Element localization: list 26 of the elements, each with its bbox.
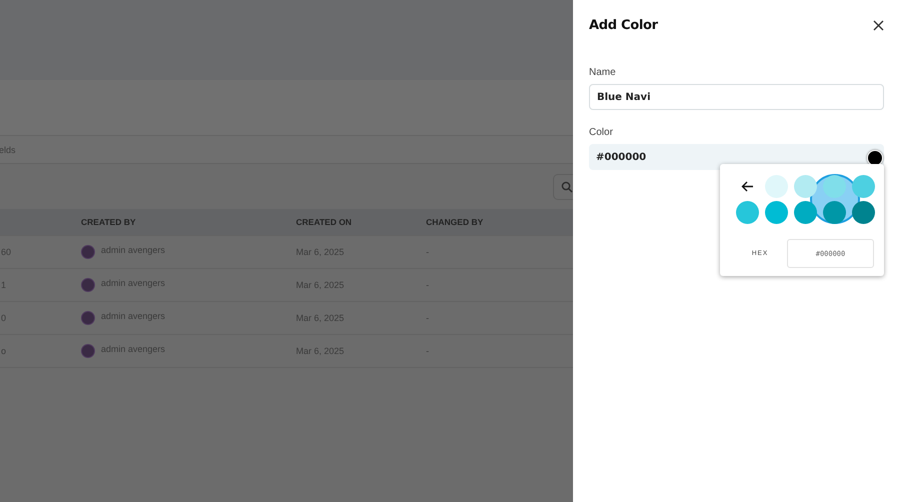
color-swatch[interactable] — [765, 200, 788, 224]
close-button[interactable] — [871, 18, 886, 32]
color-swatch[interactable] — [794, 174, 817, 198]
color-swatch[interactable] — [852, 174, 875, 198]
table-cell-text: - — [426, 280, 430, 290]
color-swatch[interactable] — [736, 200, 759, 224]
avatar-icon — [81, 245, 95, 259]
avatar-icon — [81, 278, 95, 292]
column-header: CREATED ON — [296, 217, 353, 227]
table-cell-text: - — [426, 346, 430, 356]
search-icon — [561, 180, 573, 192]
color-swatch[interactable] — [765, 174, 788, 198]
color-swatch[interactable] — [852, 200, 875, 224]
column-header: CREATED BY — [81, 217, 137, 227]
avatar-icon — [81, 311, 95, 325]
color-swatch[interactable] — [794, 200, 817, 224]
avatar-icon — [81, 344, 95, 358]
field-label: Color — [589, 127, 614, 138]
color-swatch[interactable] — [823, 174, 846, 198]
color-swatch[interactable] — [823, 200, 846, 224]
table-cell-text: - — [426, 313, 430, 323]
table-cell-text: - — [426, 247, 430, 257]
column-header: CHANGED BY — [426, 217, 484, 227]
panel-title: Add Color — [589, 18, 658, 32]
field-label: Name — [589, 67, 617, 78]
name-field[interactable]: Blue Navi — [589, 84, 884, 110]
